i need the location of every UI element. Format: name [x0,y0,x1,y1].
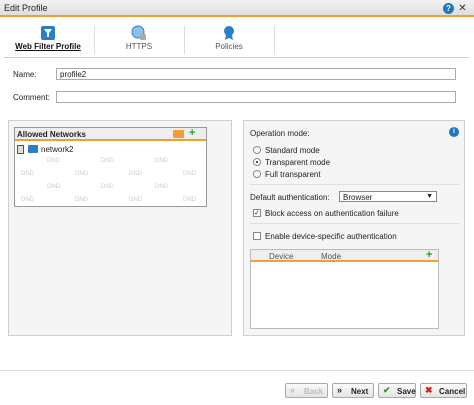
back-arrow-icon: « [290,385,296,395]
block-access-checkbox[interactable]: ✓ [253,209,261,217]
policy-ribbon-icon [224,26,234,40]
cancel-button-label: Cancel [439,387,466,396]
network-name: network2 [41,145,74,154]
device-auth-label: Enable device-specific authentication [265,232,397,241]
radio-transparent-mode[interactable] [253,158,261,166]
next-button-label: Next [351,387,369,396]
close-icon[interactable]: ✕ [457,3,468,14]
globe-lock-icon [131,25,146,40]
column-header-device: Device [269,252,294,261]
dnd-hint: DND [75,197,88,203]
device-auth-checkbox[interactable] [253,232,261,240]
filter-icon [41,26,55,40]
dnd-hint: DND [47,184,60,190]
divider [250,184,459,185]
tab-label: HTTPS [125,42,153,51]
default-auth-label: Default authentication: [250,193,330,202]
tab-divider [274,26,275,54]
allowed-networks-list[interactable]: Allowed Networks + network2 DND DND DND … [14,127,207,207]
chevron-down-icon: ▼ [426,193,433,200]
tab-https[interactable]: HTTPS [96,22,182,58]
add-icon[interactable]: + [189,128,195,139]
dnd-hint: DND [47,158,60,164]
save-button[interactable]: ✔ Save [378,383,416,398]
dnd-hint: DND [183,171,196,177]
settings-panel: i Operation mode: Standard mode Transpar… [243,120,465,336]
divider [250,223,459,224]
cancel-button[interactable]: ✖ Cancel [420,383,467,398]
help-icon[interactable]: ? [443,3,454,14]
name-label: Name: [13,70,37,79]
device-auth-table[interactable]: Device Mode + [250,249,439,329]
tab-web-filter-profile[interactable]: Web Filter Profile [4,22,92,58]
comment-label: Comment: [13,93,50,102]
dnd-hint: DND [101,184,114,190]
dnd-hint: DND [129,197,142,203]
next-button[interactable]: » Next [332,383,374,398]
save-button-label: Save [397,387,416,396]
operation-mode-label: Operation mode: [250,129,310,138]
dnd-hint: DND [21,197,34,203]
back-button-label: Back [304,387,324,396]
tab-divider [94,26,95,54]
name-input[interactable] [56,68,456,80]
dnd-hint: DND [75,171,88,177]
device-auth-table-header: Device Mode + [251,249,438,262]
comment-input[interactable] [56,91,456,103]
radio-standard-mode[interactable] [253,146,261,154]
allowed-networks-panel: Allowed Networks + network2 DND DND DND … [8,120,232,336]
default-auth-value: Browser [343,193,373,202]
dnd-hint: DND [155,184,168,190]
info-icon[interactable]: i [449,127,459,137]
back-button[interactable]: « Back [285,383,328,398]
next-arrow-icon: » [337,385,343,395]
cancel-x-icon: ✖ [425,385,433,395]
dnd-hint: DND [183,197,196,203]
radio-label: Transparent mode [265,158,331,167]
dnd-hint: DND [101,158,114,164]
radio-label: Standard mode [265,146,320,155]
dialog-footer: « Back » Next ✔ Save ✖ Cancel [0,370,474,405]
tab-policies[interactable]: Policies [186,22,272,58]
block-access-label: Block access on authentication failure [265,209,399,218]
tab-divider [184,26,185,54]
checkmark-icon: ✔ [383,385,391,395]
dnd-hint: DND [21,171,34,177]
radio-full-transparent[interactable] [253,170,261,178]
radio-label: Full transparent [265,170,321,179]
allowed-networks-title: Allowed Networks [17,130,86,139]
network-icon [28,145,38,153]
column-header-mode: Mode [321,252,342,261]
add-icon[interactable]: + [426,249,432,261]
tab-bar: Web Filter Profile HTTPS Policies [4,22,469,58]
tab-label: Policies [215,42,243,51]
default-auth-select[interactable]: Browser ▼ [339,191,437,202]
window-titlebar: Edit Profile ? ✕ [0,0,474,17]
trash-icon[interactable] [17,145,24,154]
allowed-networks-header: Allowed Networks + [15,128,206,141]
dnd-hint: DND [155,158,168,164]
folder-icon[interactable] [173,130,184,138]
tab-label: Web Filter Profile [15,42,81,51]
window-title: Edit Profile [4,3,48,13]
dnd-hint: DND [129,171,142,177]
